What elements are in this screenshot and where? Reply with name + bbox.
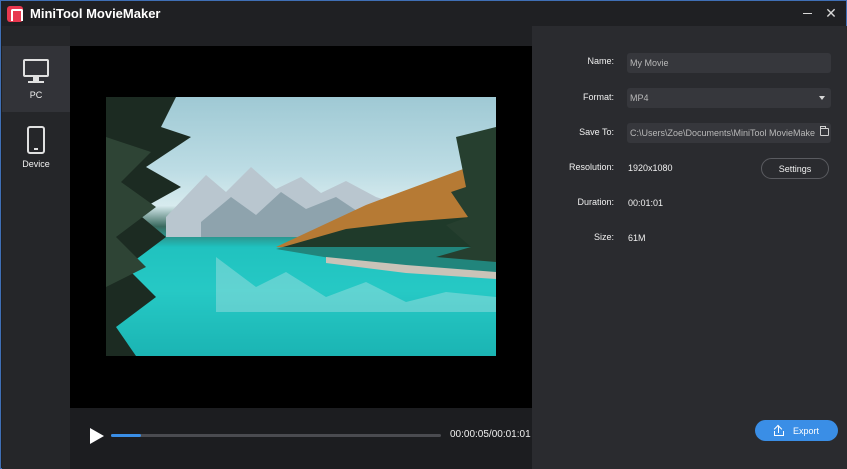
format-value: MP4 (630, 93, 649, 103)
playback-controls: 00:00:05/00:01:01 (70, 408, 532, 469)
format-select[interactable]: MP4 (627, 88, 831, 108)
folder-icon[interactable] (820, 126, 829, 136)
format-label: Format: (582, 92, 614, 102)
video-frame-image (106, 97, 496, 356)
export-label: Export (792, 425, 819, 436)
app-title: MiniTool MovieMaker (30, 6, 161, 21)
save-to-label: Save To: (579, 127, 614, 137)
sidebar-item-label: Device (22, 158, 50, 169)
size-label: Size: (593, 232, 614, 242)
app-logo-icon (7, 5, 23, 22)
play-icon[interactable] (90, 428, 104, 444)
phone-icon (27, 125, 45, 154)
duration-label: Duration: (577, 197, 614, 207)
minimize-icon[interactable] (794, 1, 820, 26)
video-canvas (70, 46, 532, 408)
export-settings-panel: Name: My Movie Format: MP4 Save To: C:\U… (532, 26, 847, 469)
app-window: MiniTool MovieMaker ✕ PC Device 00:00:05… (0, 0, 847, 469)
sidebar-item-device[interactable]: Device (2, 114, 70, 180)
video-preview-panel: 00:00:05/00:01:01 (70, 26, 532, 469)
sidebar-item-pc[interactable]: PC (2, 46, 70, 112)
resolution-value: 1920x1080 (628, 163, 673, 173)
size-value: 61M (628, 233, 646, 243)
progress-bar[interactable] (111, 434, 441, 437)
name-label: Name: (587, 56, 614, 66)
save-to-path: C:\Users\Zoe\Documents\MiniTool MovieMak… (630, 128, 816, 138)
settings-button[interactable]: Settings (761, 158, 829, 179)
monitor-icon (23, 58, 49, 85)
chevron-down-icon (819, 96, 825, 100)
title-bar: MiniTool MovieMaker ✕ (1, 1, 846, 26)
duration-value: 00:01:01 (628, 198, 664, 208)
progress-fill (111, 434, 141, 437)
export-button[interactable]: Export (755, 420, 838, 441)
sidebar-item-label: PC (29, 89, 43, 100)
playback-time: 00:00:05/00:01:01 (450, 429, 531, 440)
upload-icon (773, 425, 784, 436)
close-icon[interactable]: ✕ (818, 1, 844, 26)
name-field[interactable]: My Movie (627, 53, 831, 73)
resolution-label: Resolution: (568, 162, 614, 172)
sidebar: PC Device (2, 26, 70, 469)
save-to-field[interactable]: C:\Users\Zoe\Documents\MiniTool MovieMak… (627, 123, 831, 143)
